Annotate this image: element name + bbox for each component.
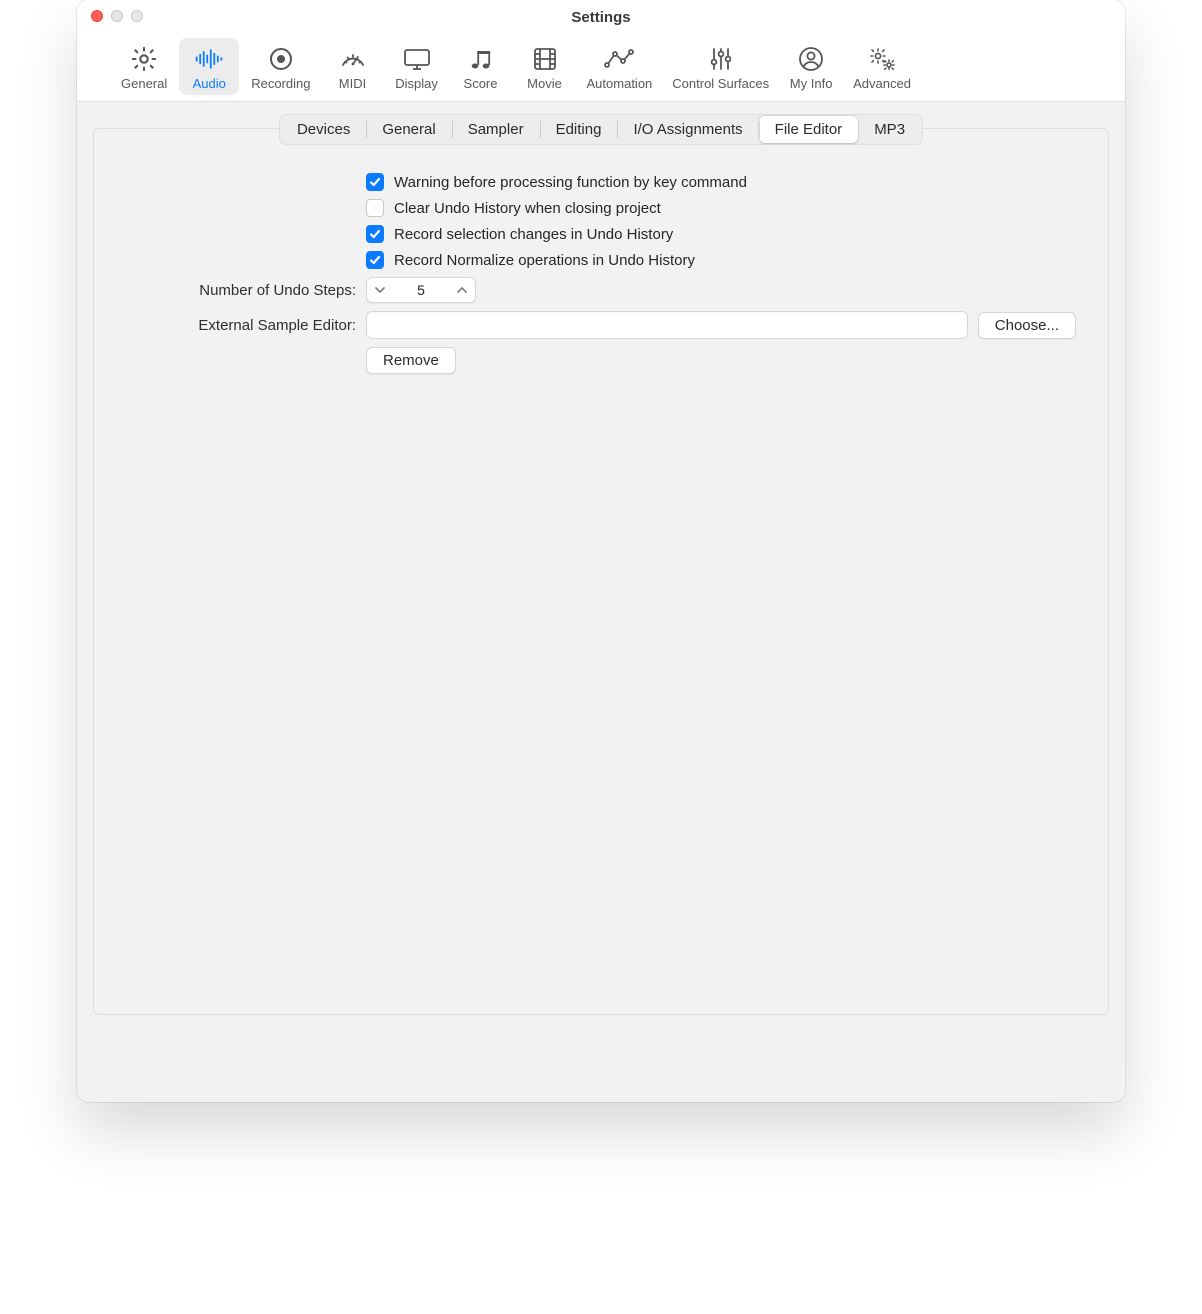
undo-steps-label: Number of Undo Steps: <box>126 282 356 299</box>
record-normalize-undo-checkbox[interactable] <box>366 251 384 269</box>
chevron-up-icon <box>457 285 467 295</box>
undo-steps-decrement[interactable] <box>367 278 393 302</box>
warn-before-processing-row[interactable]: Warning before processing function by ke… <box>366 173 1076 191</box>
preferences-body: DevicesGeneralSamplerEditingI/O Assignme… <box>77 102 1125 1102</box>
settings-window: Settings General Audio Recording MIDI Displa… <box>77 0 1125 1102</box>
clear-undo-on-close-row[interactable]: Clear Undo History when closing project <box>366 199 1076 217</box>
toolbar-item-audio[interactable]: Audio <box>179 38 239 95</box>
tab-editing[interactable]: Editing <box>540 116 618 143</box>
toolbar-item-label: Audio <box>193 76 226 91</box>
undo-steps-value: 5 <box>393 282 449 298</box>
toolbar-item-label: Movie <box>527 76 562 91</box>
toolbar-item-recording[interactable]: Recording <box>243 38 318 95</box>
minimize-window-button[interactable] <box>111 10 123 22</box>
toolbar-item-label: My Info <box>790 76 833 91</box>
window-controls <box>91 10 143 22</box>
zoom-window-button[interactable] <box>131 10 143 22</box>
toolbar-item-label: Control Surfaces <box>672 76 769 91</box>
toolbar-item-control-surfaces[interactable]: Control Surfaces <box>664 38 777 95</box>
toolbar-item-movie[interactable]: Movie <box>515 38 575 95</box>
waveform-icon <box>194 44 224 74</box>
record-icon <box>266 44 296 74</box>
toolbar-item-midi[interactable]: MIDI <box>323 38 383 95</box>
tab-general[interactable]: General <box>366 116 451 143</box>
record-selection-undo-label: Record selection changes in Undo History <box>394 226 673 243</box>
record-selection-undo-row[interactable]: Record selection changes in Undo History <box>366 225 1076 243</box>
toolbar-item-label: Display <box>395 76 438 91</box>
remove-external-editor-button[interactable]: Remove <box>366 347 456 374</box>
window-title: Settings <box>571 9 630 26</box>
choose-external-editor-button[interactable]: Choose... <box>978 312 1076 339</box>
audio-subtabs: DevicesGeneralSamplerEditingI/O Assignme… <box>279 114 923 145</box>
audio-subtabs-wrap: DevicesGeneralSamplerEditingI/O Assignme… <box>94 114 1108 145</box>
record-selection-undo-checkbox[interactable] <box>366 225 384 243</box>
tab-file-editor[interactable]: File Editor <box>759 116 859 143</box>
warn-before-processing-checkbox[interactable] <box>366 173 384 191</box>
toolbar-item-label: General <box>121 76 167 91</box>
tab-devices[interactable]: Devices <box>281 116 366 143</box>
chevron-down-icon <box>375 285 385 295</box>
toolbar-item-label: MIDI <box>339 76 366 91</box>
external-editor-label: External Sample Editor: <box>126 317 356 334</box>
file-editor-panel: DevicesGeneralSamplerEditingI/O Assignme… <box>93 128 1109 1015</box>
toolbar-item-label: Recording <box>251 76 310 91</box>
file-editor-form: Warning before processing function by ke… <box>126 173 1076 374</box>
sliders-icon <box>706 44 736 74</box>
toolbar-item-automation[interactable]: Automation <box>579 38 661 95</box>
gears-icon <box>867 44 897 74</box>
undo-steps-increment[interactable] <box>449 278 475 302</box>
warn-before-processing-label: Warning before processing function by ke… <box>394 174 747 191</box>
toolbar-item-general[interactable]: General <box>113 38 175 95</box>
tab-io-assignments[interactable]: I/O Assignments <box>617 116 758 143</box>
undo-steps-stepper[interactable]: 5 <box>366 277 476 303</box>
toolbar-item-display[interactable]: Display <box>387 38 447 95</box>
toolbar-item-score[interactable]: Score <box>451 38 511 95</box>
clear-undo-on-close-label: Clear Undo History when closing project <box>394 200 661 217</box>
toolbar-item-label: Automation <box>587 76 653 91</box>
toolbar-item-advanced[interactable]: Advanced <box>845 38 919 95</box>
clear-undo-on-close-checkbox[interactable] <box>366 199 384 217</box>
tab-mp3[interactable]: MP3 <box>858 116 921 143</box>
close-window-button[interactable] <box>91 10 103 22</box>
tab-sampler[interactable]: Sampler <box>452 116 540 143</box>
person-icon <box>796 44 826 74</box>
toolbar-item-label: Advanced <box>853 76 911 91</box>
titlebar: Settings <box>77 0 1125 34</box>
notes-icon <box>466 44 496 74</box>
preferences-toolbar: General Audio Recording MIDI Display Score Mov… <box>77 34 1125 102</box>
toolbar-item-label: Score <box>464 76 498 91</box>
toolbar-item-my-info[interactable]: My Info <box>781 38 841 95</box>
external-editor-field[interactable] <box>366 311 968 339</box>
display-icon <box>402 44 432 74</box>
gear-icon <box>129 44 159 74</box>
record-normalize-undo-label: Record Normalize operations in Undo Hist… <box>394 252 695 269</box>
gauge-icon <box>338 44 368 74</box>
automation-icon <box>604 44 634 74</box>
film-icon <box>530 44 560 74</box>
record-normalize-undo-row[interactable]: Record Normalize operations in Undo Hist… <box>366 251 1076 269</box>
